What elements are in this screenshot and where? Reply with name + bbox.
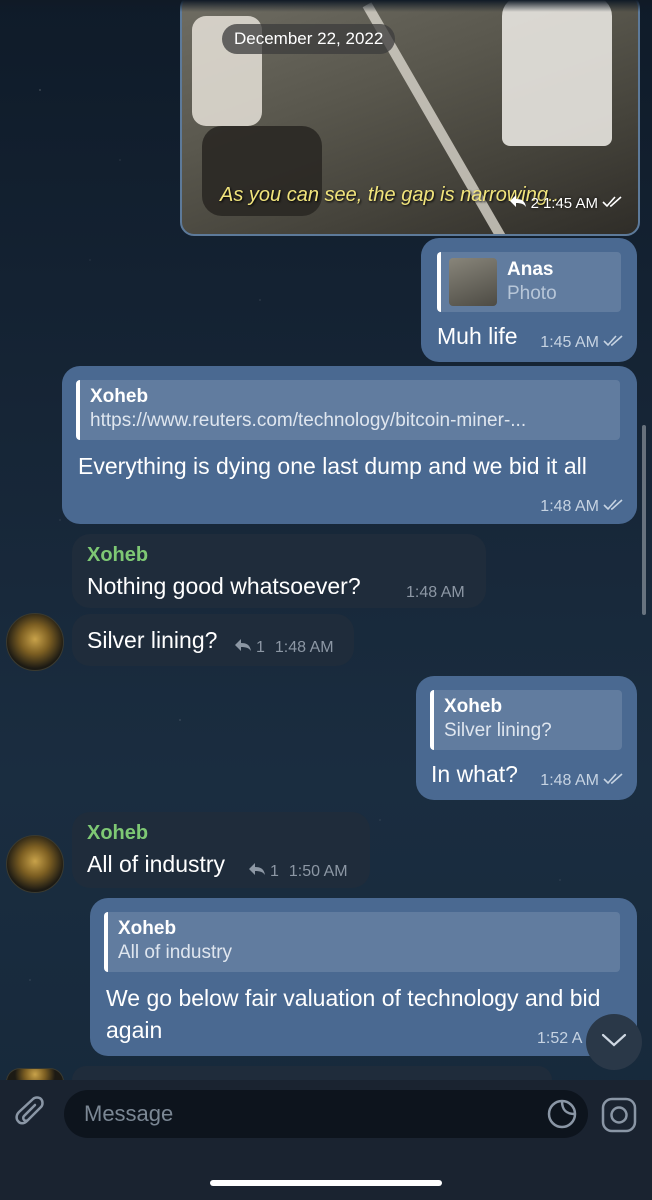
reply-text: All of industry <box>118 942 233 963</box>
message-bubble[interactable]: Xoheb All of industry We go below fair v… <box>90 898 637 1056</box>
reply-text: Silver lining? <box>444 720 552 741</box>
reply-name: Xoheb <box>118 918 177 939</box>
avatar[interactable] <box>6 835 64 893</box>
message-bubble[interactable] <box>72 1066 552 1080</box>
message-text: Everything is dying one last dump and we… <box>78 453 587 479</box>
message-input-container[interactable] <box>64 1090 588 1138</box>
reply-name: Xoheb <box>444 696 503 717</box>
message-meta: 1 1:50 AM <box>248 862 348 881</box>
reply-name: Xoheb <box>90 386 149 407</box>
avatar[interactable] <box>6 613 64 671</box>
chevron-down-icon <box>601 1032 627 1053</box>
message-bubble[interactable]: Xoheb Nothing good whatsoever? 1:48 AM <box>72 534 486 608</box>
date-pill: December 22, 2022 <box>222 24 396 54</box>
message-bubble[interactable]: Anas Photo Muh life 1:45 AM <box>421 238 637 362</box>
photo-figure <box>502 0 612 146</box>
camera-icon <box>600 1097 638 1138</box>
sender-name: Xoheb <box>87 822 149 844</box>
message-time: 1:48 AM <box>540 772 599 789</box>
sticker-button[interactable] <box>546 1098 578 1130</box>
reply-name: Anas <box>507 259 554 280</box>
message-bubble[interactable]: Xoheb https://www.reuters.com/technology… <box>62 366 637 524</box>
message-text: In what? <box>431 761 518 787</box>
sender-name: Xoheb <box>87 544 149 566</box>
reply-count: 1 <box>256 638 265 656</box>
double-check-icon <box>603 772 625 790</box>
message-meta: 1:52 A <box>537 1030 582 1048</box>
message-time: 1:50 AM <box>288 862 348 880</box>
home-indicator <box>210 1180 442 1186</box>
message-text: Silver lining? <box>87 627 218 653</box>
reply-count: 1 <box>270 862 279 880</box>
message-meta: 1:48 AM <box>540 772 625 790</box>
reply-text: Photo <box>507 283 557 304</box>
message-bubble[interactable]: Xoheb All of industry 1 1:50 AM <box>72 812 370 888</box>
message-time: 1:45 AM <box>542 194 598 212</box>
message-time: 1:52 A <box>537 1030 583 1047</box>
reply-preview[interactable]: Xoheb Silver lining? <box>430 690 622 750</box>
scrollbar[interactable] <box>642 425 646 615</box>
message-time: 1:45 AM <box>540 334 599 351</box>
reply-arrow-icon <box>509 194 527 212</box>
reply-preview[interactable]: Xoheb https://www.reuters.com/technology… <box>76 380 620 440</box>
paperclip-icon <box>14 1096 50 1138</box>
double-check-icon <box>603 498 625 516</box>
message-bubble[interactable]: Silver lining? 1 1:48 AM <box>72 614 354 666</box>
camera-button[interactable] <box>600 1094 638 1134</box>
attach-button[interactable] <box>14 1094 50 1134</box>
sticker-icon <box>546 1099 578 1134</box>
reply-count: 2 <box>530 194 539 212</box>
message-text: All of industry <box>87 851 226 877</box>
reply-preview[interactable]: Anas Photo <box>437 252 621 312</box>
double-check-icon <box>602 195 624 212</box>
message-meta: 1:48 AM <box>406 584 465 602</box>
reply-arrow-icon <box>248 862 266 881</box>
message-time: 1:48 AM <box>274 638 334 656</box>
reply-thumbnail <box>449 258 497 306</box>
message-bubble[interactable]: Xoheb Silver lining? In what? 1:48 AM <box>416 676 637 800</box>
message-time: 1:48 AM <box>540 498 599 515</box>
message-text: Nothing good whatsoever? <box>87 573 361 599</box>
double-check-icon <box>603 334 625 352</box>
message-time: 1:48 AM <box>406 584 465 601</box>
message-meta: 1:48 AM <box>540 498 625 516</box>
message-input[interactable] <box>64 1090 588 1138</box>
photo-meta: 2 1:45 AM <box>509 194 624 212</box>
top-fade <box>0 0 652 12</box>
reply-text: https://www.reuters.com/technology/bitco… <box>90 410 527 431</box>
reply-preview[interactable]: Xoheb All of industry <box>104 912 620 972</box>
scroll-down-button[interactable] <box>586 1014 642 1070</box>
message-meta: 1 1:48 AM <box>234 638 334 657</box>
message-text: Muh life <box>437 323 518 349</box>
reply-arrow-icon <box>234 638 252 657</box>
message-meta: 1:45 AM <box>540 334 625 352</box>
